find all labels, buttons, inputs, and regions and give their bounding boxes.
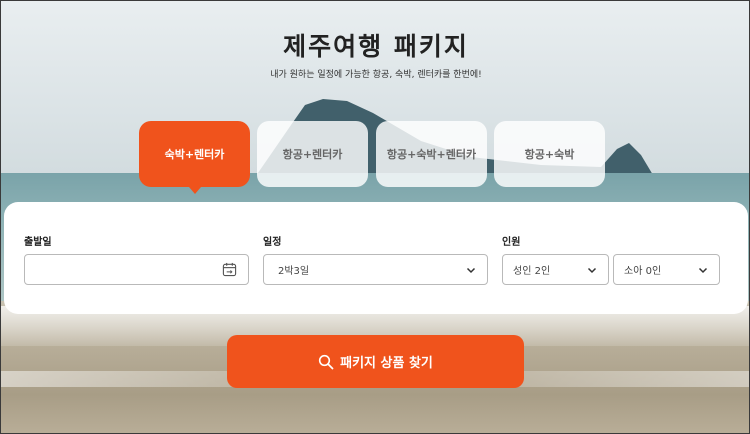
child-count-select[interactable]: 소아 0인 <box>613 254 720 285</box>
chevron-down-icon <box>466 267 476 274</box>
calendar-icon <box>222 262 237 277</box>
schedule-label: 일정 <box>263 237 282 248</box>
search-packages-button[interactable]: 패키지 상품 찾기 <box>227 335 524 388</box>
search-button-label: 패키지 상품 찾기 <box>340 356 433 371</box>
adult-count-select[interactable]: 성인 2인 <box>502 254 609 285</box>
child-count-value: 소아 0인 <box>624 266 662 277</box>
people-label: 인원 <box>502 237 521 248</box>
adult-count-value: 성인 2인 <box>513 266 551 277</box>
tab-flight-lodging[interactable]: 항공+숙박 <box>494 121 605 187</box>
tab-label: 숙박+렌터카 <box>164 148 225 161</box>
chevron-down-icon <box>698 267 708 274</box>
tab-lodging-rentcar[interactable]: 숙박+렌터카 <box>139 121 250 194</box>
page-subtitle: 내가 원하는 일정에 가능한 항공, 숙박, 렌터카를 한번에! <box>270 70 482 80</box>
page-title: 제주여행 패키지 <box>283 32 469 61</box>
tab-label: 항공+숙박+렌터카 <box>386 148 477 161</box>
schedule-value: 2박3일 <box>278 266 310 277</box>
departure-date-field[interactable] <box>24 254 249 285</box>
tab-flight-lodging-rentcar[interactable]: 항공+숙박+렌터카 <box>376 121 487 187</box>
page-frame: 제주여행 패키지 내가 원하는 일정에 가능한 항공, 숙박, 렌터카를 한번에… <box>0 0 750 434</box>
schedule-select[interactable]: 2박3일 <box>263 254 488 285</box>
departure-label: 출발일 <box>24 237 52 248</box>
tab-label: 항공+렌터카 <box>282 148 343 161</box>
search-icon <box>319 354 334 369</box>
tab-flight-rentcar[interactable]: 항공+렌터카 <box>257 121 368 187</box>
tab-label: 항공+숙박 <box>524 148 575 161</box>
chevron-down-icon <box>587 267 597 274</box>
